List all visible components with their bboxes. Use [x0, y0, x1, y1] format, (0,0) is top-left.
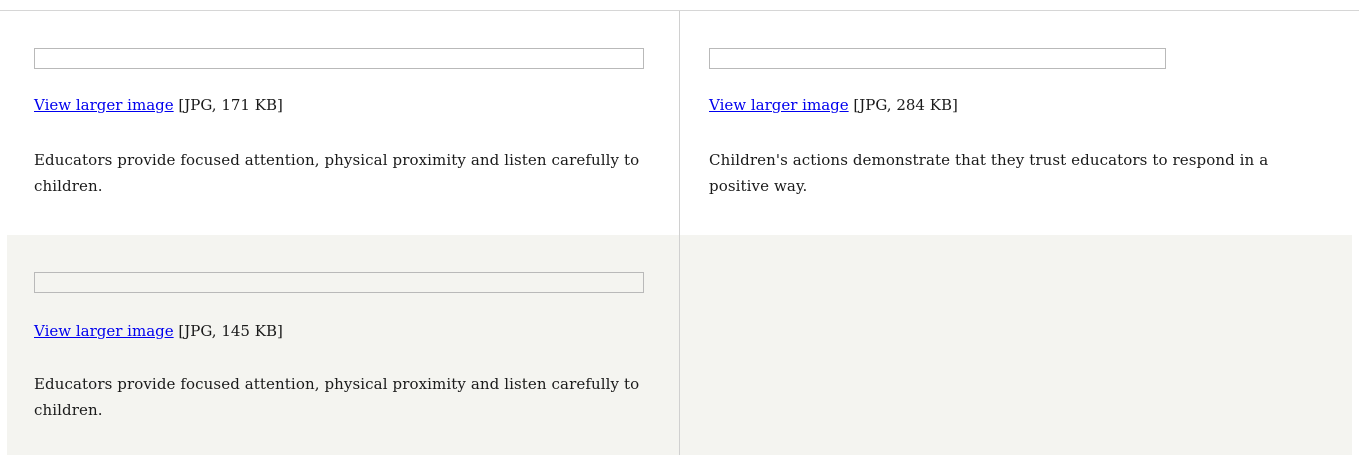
image-caption: Educators provide focused attention, phy…	[34, 375, 640, 419]
gallery-item: View larger image [JPG, 171 KB] Educator…	[7, 11, 680, 235]
image-caption: Children's actions demonstrate that they…	[709, 151, 1269, 195]
image-gallery-grid: View larger image [JPG, 171 KB] Educator…	[7, 11, 1352, 455]
image-link-line: View larger image [JPG, 171 KB]	[34, 95, 283, 115]
file-info: [JPG, 171 KB]	[178, 96, 283, 114]
file-info: [JPG, 145 KB]	[178, 322, 283, 340]
gallery-row: View larger image [JPG, 145 KB] Educator…	[7, 235, 1352, 455]
gallery-item: View larger image [JPG, 145 KB] Educator…	[7, 235, 680, 455]
gallery-image[interactable]	[34, 272, 644, 293]
file-info: [JPG, 284 KB]	[853, 96, 958, 114]
image-link-line: View larger image [JPG, 145 KB]	[34, 321, 283, 341]
gallery-item: View larger image [JPG, 284 KB] Children…	[680, 11, 1352, 235]
image-caption: Educators provide focused attention, phy…	[34, 151, 640, 195]
view-larger-image-link[interactable]: View larger image	[34, 96, 174, 114]
gallery-image[interactable]	[34, 48, 644, 69]
gallery-image[interactable]	[709, 48, 1166, 69]
view-larger-image-link[interactable]: View larger image	[34, 322, 174, 340]
view-larger-image-link[interactable]: View larger image	[709, 96, 849, 114]
empty-gallery-cell	[680, 235, 1352, 455]
gallery-row: View larger image [JPG, 171 KB] Educator…	[7, 11, 1352, 235]
image-link-line: View larger image [JPG, 284 KB]	[709, 95, 958, 115]
